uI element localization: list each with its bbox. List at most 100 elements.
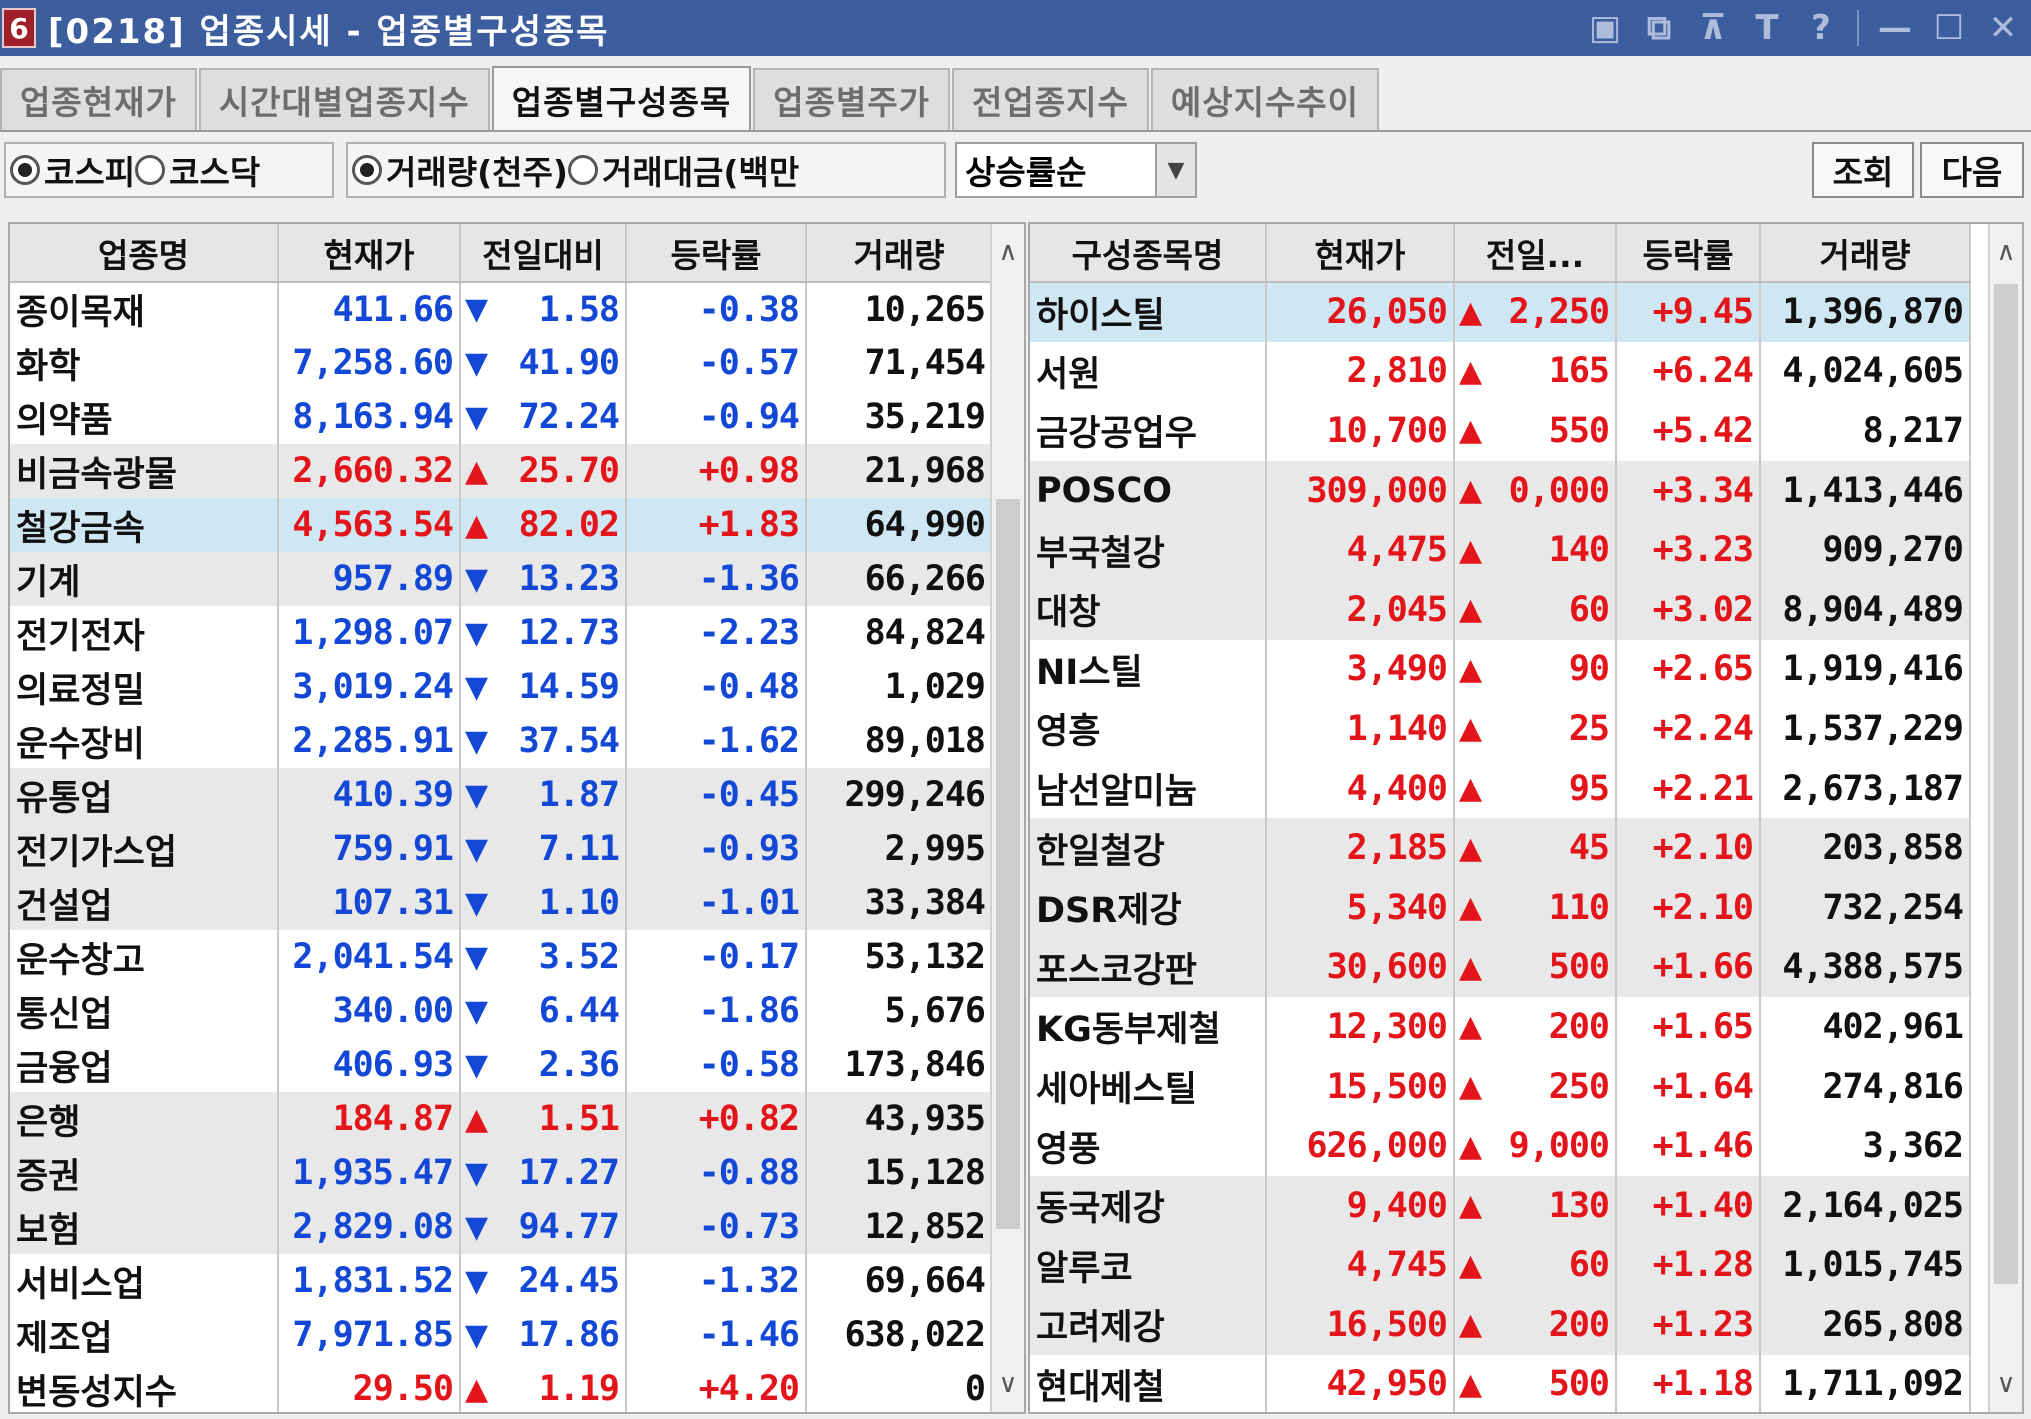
scroll-up-icon[interactable]: ∧ <box>992 232 1024 272</box>
table-row[interactable]: 철강금속 4,563.54 ▲ 82.02 +1.83 64,990 <box>10 498 993 552</box>
table-row[interactable]: 금융업 406.93 ▼ 2.36 -0.58 173,846 <box>10 1038 993 1092</box>
row-name[interactable]: 운수장비 <box>10 714 279 768</box>
table-row[interactable]: 포스코강판 30,600 ▲ 500 +1.66 4,388,575 <box>1030 937 1971 998</box>
row-name[interactable]: 제조업 <box>10 1308 279 1362</box>
table-row[interactable]: 변동성지수 29.50 ▲ 1.19 +4.20 0 <box>10 1362 993 1412</box>
row-name[interactable]: 운수창고 <box>10 930 279 984</box>
row-name[interactable]: 금융업 <box>10 1038 279 1092</box>
row-name[interactable]: 통신업 <box>10 984 279 1038</box>
table-row[interactable]: 부국철강 4,475 ▲ 140 +3.23 909,270 <box>1030 520 1971 580</box>
minimize-icon[interactable]: — <box>1877 0 1913 56</box>
scroll-thumb[interactable] <box>1994 284 2018 1284</box>
table-row[interactable]: 보험 2,829.08 ▼ 94.77 -0.73 12,852 <box>10 1200 993 1254</box>
table-row[interactable]: 남선알미늄 4,400 ▲ 95 +2.21 2,673,187 <box>1030 758 1971 819</box>
table-row[interactable]: 고려제강 16,500 ▲ 200 +1.23 265,808 <box>1030 1295 1971 1355</box>
table-row[interactable]: 기계 957.89 ▼ 13.23 -1.36 66,266 <box>10 552 993 606</box>
scroll-down-icon[interactable]: ∨ <box>992 1364 1024 1404</box>
column-header[interactable]: 등락률 <box>626 224 807 283</box>
pin-icon[interactable]: ⊼ <box>1695 0 1731 56</box>
row-name[interactable]: 보험 <box>10 1200 279 1254</box>
sector-table-scrollbar[interactable]: ∧ ∨ <box>990 224 1024 1412</box>
row-name[interactable]: 알루코 <box>1030 1235 1267 1296</box>
table-row[interactable]: 비금속광물 2,660.32 ▲ 25.70 +0.98 21,968 <box>10 444 993 498</box>
row-name[interactable]: 철강금속 <box>10 498 279 552</box>
table-row[interactable]: 운수창고 2,041.54 ▼ 3.52 -0.17 53,132 <box>10 930 993 984</box>
table-row[interactable]: 종이목재 411.66 ▼ 1.58 -0.38 10,265 <box>10 282 993 336</box>
radio-trade-value[interactable]: 거래대금(백만 <box>567 146 799 194</box>
row-name[interactable]: NI스틸 <box>1030 639 1267 700</box>
column-header[interactable]: 전일대비 <box>460 224 627 283</box>
row-name[interactable]: 서비스업 <box>10 1254 279 1308</box>
table-row[interactable]: 영흥 1,140 ▲ 25 +2.24 1,537,229 <box>1030 699 1971 759</box>
row-name[interactable]: 금강공업우 <box>1030 401 1267 461</box>
tab-2[interactable]: 업종별구성종목 <box>491 66 752 132</box>
row-name[interactable]: 포스코강판 <box>1030 937 1267 998</box>
table-row[interactable]: 의약품 8,163.94 ▼ 72.24 -0.94 35,219 <box>10 390 993 444</box>
layout-icon[interactable]: ▣ <box>1587 0 1623 56</box>
table-row[interactable]: 건설업 107.31 ▼ 1.10 -1.01 33,384 <box>10 876 993 930</box>
row-name[interactable]: 변동성지수 <box>10 1362 279 1412</box>
table-row[interactable]: NI스틸 3,490 ▲ 90 +2.65 1,919,416 <box>1030 639 1971 700</box>
column-header[interactable]: 거래량 <box>1760 224 1971 283</box>
text-icon[interactable]: T <box>1749 0 1785 56</box>
table-row[interactable]: 증권 1,935.47 ▼ 17.27 -0.88 15,128 <box>10 1146 993 1200</box>
table-row[interactable]: 서비스업 1,831.52 ▼ 24.45 -1.32 69,664 <box>10 1254 993 1308</box>
tab-1[interactable]: 시간대별업종지수 <box>198 68 490 130</box>
table-row[interactable]: 금강공업우 10,700 ▲ 550 +5.42 8,217 <box>1030 401 1971 461</box>
row-name[interactable]: 종이목재 <box>10 282 279 336</box>
column-header[interactable]: 구성종목명 <box>1030 224 1267 283</box>
table-row[interactable]: 전기전자 1,298.07 ▼ 12.73 -2.23 84,824 <box>10 606 993 660</box>
table-row[interactable]: 서원 2,810 ▲ 165 +6.24 4,024,605 <box>1030 341 1971 402</box>
table-row[interactable]: 유통업 410.39 ▼ 1.87 -0.45 299,246 <box>10 768 993 822</box>
sort-select[interactable]: 상승률순 ▼ <box>955 142 1197 198</box>
row-name[interactable]: 고려제강 <box>1030 1295 1267 1355</box>
row-name[interactable]: 은행 <box>10 1092 279 1146</box>
row-name[interactable]: 동국제강 <box>1030 1175 1267 1236</box>
column-header[interactable]: 거래량 <box>806 224 993 283</box>
row-name[interactable]: POSCO <box>1030 460 1267 521</box>
radio-kosdaq[interactable]: 코스닥 <box>135 146 260 194</box>
query-button[interactable]: 조회 <box>1812 142 1914 198</box>
row-name[interactable]: 건설업 <box>10 876 279 930</box>
row-name[interactable]: 기계 <box>10 552 279 606</box>
table-row[interactable]: KG동부제철 12,300 ▲ 200 +1.65 402,961 <box>1030 997 1971 1057</box>
row-name[interactable]: 증권 <box>10 1146 279 1200</box>
table-row[interactable]: POSCO 309,000 ▲ 0,000 +3.34 1,413,446 <box>1030 460 1971 521</box>
row-name[interactable]: 하이스틸 <box>1030 282 1267 342</box>
table-row[interactable]: 세아베스틸 15,500 ▲ 250 +1.64 274,816 <box>1030 1056 1971 1117</box>
row-name[interactable]: 대창 <box>1030 579 1267 640</box>
restore-windows-icon[interactable]: ⧉ <box>1641 0 1677 56</box>
table-row[interactable]: 통신업 340.00 ▼ 6.44 -1.86 5,676 <box>10 984 993 1038</box>
column-header[interactable]: 전일... <box>1454 224 1617 283</box>
tab-4[interactable]: 전업종지수 <box>952 68 1149 130</box>
table-row[interactable]: 대창 2,045 ▲ 60 +3.02 8,904,489 <box>1030 579 1971 640</box>
table-row[interactable]: 전기가스업 759.91 ▼ 7.11 -0.93 2,995 <box>10 822 993 876</box>
row-name[interactable]: 현대제철 <box>1030 1354 1267 1412</box>
help-icon[interactable]: ? <box>1803 0 1839 56</box>
tab-5[interactable]: 예상지수추이 <box>1150 68 1380 130</box>
row-name[interactable]: 세아베스틸 <box>1030 1056 1267 1117</box>
table-row[interactable]: DSR제강 5,340 ▲ 110 +2.10 732,254 <box>1030 877 1971 938</box>
table-row[interactable]: 알루코 4,745 ▲ 60 +1.28 1,015,745 <box>1030 1235 1971 1296</box>
table-row[interactable]: 하이스틸 26,050 ▲ 2,250 +9.45 1,396,870 <box>1030 282 1971 342</box>
column-header[interactable]: 현재가 <box>1266 224 1455 283</box>
window-number-badge[interactable]: 6 <box>2 8 36 48</box>
next-button[interactable]: 다음 <box>1920 142 2024 198</box>
row-name[interactable]: DSR제강 <box>1030 877 1267 938</box>
scroll-up-icon[interactable]: ∧ <box>1990 232 2022 272</box>
row-name[interactable]: 부국철강 <box>1030 520 1267 580</box>
table-row[interactable]: 제조업 7,971.85 ▼ 17.86 -1.46 638,022 <box>10 1308 993 1362</box>
table-row[interactable]: 의료정밀 3,019.24 ▼ 14.59 -0.48 1,029 <box>10 660 993 714</box>
title-bar[interactable]: 6 [0218] 업종시세 - 업종별구성종목 ▣ ⧉ ⊼ T? — ☐ ✕ <box>0 0 2031 56</box>
row-name[interactable]: 전기전자 <box>10 606 279 660</box>
close-icon[interactable]: ✕ <box>1985 0 2021 56</box>
row-name[interactable]: 유통업 <box>10 768 279 822</box>
row-name[interactable]: 영풍 <box>1030 1116 1267 1176</box>
table-row[interactable]: 은행 184.87 ▲ 1.51 +0.82 43,935 <box>10 1092 993 1146</box>
table-row[interactable]: 운수장비 2,285.91 ▼ 37.54 -1.62 89,018 <box>10 714 993 768</box>
constituent-table-scrollbar[interactable]: ∧ ∨ <box>1988 224 2022 1412</box>
scroll-down-icon[interactable]: ∨ <box>1990 1364 2022 1404</box>
chevron-down-icon[interactable]: ▼ <box>1155 144 1195 196</box>
row-name[interactable]: 의료정밀 <box>10 660 279 714</box>
row-name[interactable]: 서원 <box>1030 341 1267 402</box>
